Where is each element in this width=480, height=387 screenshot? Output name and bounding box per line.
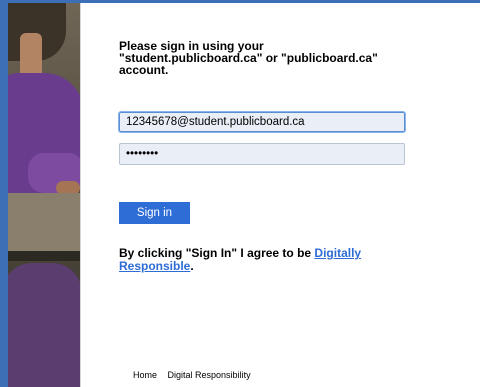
sign-in-button[interactable]: Sign in	[119, 202, 190, 224]
signin-heading: Please sign in using your "student.publi…	[119, 39, 378, 77]
agreement-prefix: By clicking "Sign In" I agree to be	[119, 246, 315, 260]
agreement-text: By clicking "Sign In" I agree to be Digi…	[119, 247, 409, 273]
footer-links: Home Digital Responsibility	[133, 370, 259, 380]
signin-prompt: Please sign in using your "student.publi…	[119, 40, 419, 76]
window-left-border	[0, 0, 8, 387]
background-photo	[8, 3, 80, 387]
footer-link-home[interactable]: Home	[133, 370, 157, 380]
panel-divider	[80, 3, 81, 387]
footer-link-digital-responsibility[interactable]: Digital Responsibility	[168, 370, 251, 380]
photo-table-edge	[8, 251, 80, 261]
photo-second-person	[8, 263, 80, 387]
password-input[interactable]	[119, 143, 405, 165]
agreement-suffix: .	[190, 259, 194, 273]
email-input[interactable]	[118, 111, 406, 133]
photo-table	[8, 193, 80, 253]
